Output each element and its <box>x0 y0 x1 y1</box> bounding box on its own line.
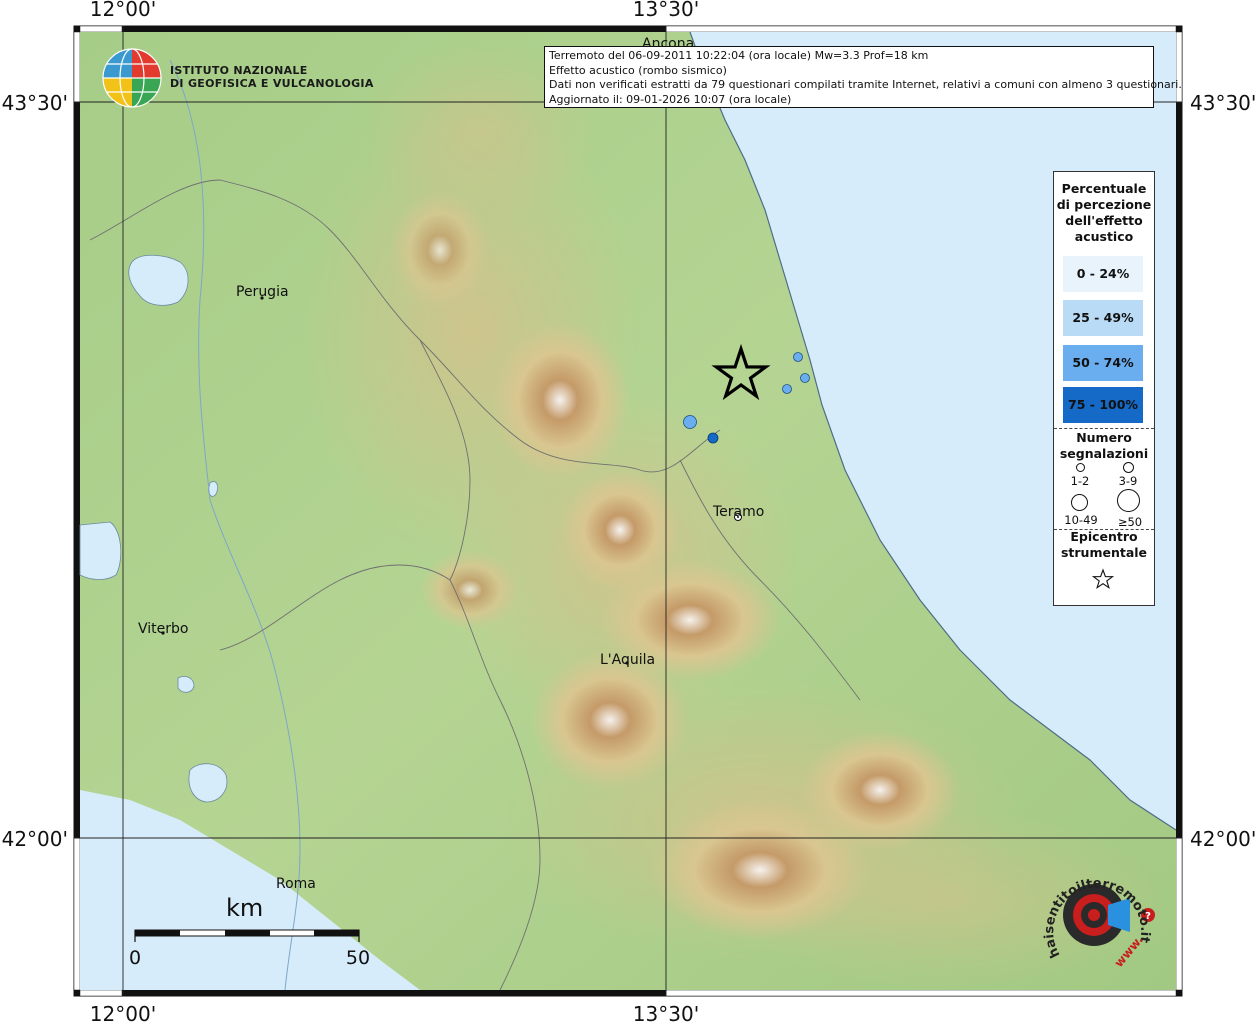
city-label-laquila: L'Aquila <box>600 652 655 668</box>
coord-top-left: 12°00' <box>90 0 156 21</box>
scale-min-label: 0 <box>129 947 141 969</box>
legend-count-title: Numero segnalazioni <box>1059 430 1149 461</box>
map-legend: Percentuale di percezione dell'effetto a… <box>1053 171 1155 606</box>
relief-map <box>79 31 1177 991</box>
observation-point[interactable] <box>707 432 719 444</box>
data-note: Dati non verificati estratti da 79 quest… <box>549 78 1182 91</box>
coord-right-top: 43°30' <box>1190 91 1256 115</box>
coord-top-right: 13°30' <box>633 0 699 21</box>
legend-count-circle-large <box>1071 494 1088 511</box>
observation-point[interactable] <box>800 373 810 383</box>
city-label-perugia: Perugia <box>236 284 289 300</box>
legend-count-circle-small <box>1076 463 1085 472</box>
update-time: Aggiornato il: 09-01-2026 10:07 (ora loc… <box>549 92 792 106</box>
legend-count-circle-medium <box>1123 462 1134 473</box>
ingv-globe-icon <box>102 48 162 108</box>
legend-class-25-49: 25 - 49% <box>1063 300 1143 336</box>
coord-left-bottom: 42°00' <box>2 827 68 851</box>
lake-bolsena <box>79 521 122 580</box>
ingv-logo-text: ISTITUTO NAZIONALE DI GEOFISICA E VULCAN… <box>170 64 374 90</box>
city-label-viterbo: Viterbo <box>138 621 188 637</box>
effect-type: Effetto acustico (rombo sismico) <box>549 63 727 77</box>
legend-class-75-100: 75 - 100% <box>1063 387 1143 423</box>
coord-bottom-left: 12°00' <box>90 1002 156 1024</box>
coord-right-bottom: 42°00' <box>1190 827 1256 851</box>
legend-count-1-2: 1-2 <box>1070 474 1090 488</box>
observation-point[interactable] <box>683 415 697 429</box>
legend-class-50-74: 50 - 74% <box>1063 345 1143 381</box>
legend-count-3-9: 3-9 <box>1118 474 1138 488</box>
legend-divider <box>1054 428 1154 429</box>
event-title: Terremoto del 06-09-2011 10:22:04 (ora l… <box>549 49 929 62</box>
legend-count-10-49: 10-49 <box>1064 513 1098 527</box>
city-label-roma: Roma <box>276 876 316 892</box>
legend-count-circle-xlarge <box>1117 489 1140 512</box>
legend-class-0-24: 0 - 24% <box>1063 256 1143 292</box>
legend-count-50plus: ≥50 <box>1117 515 1143 529</box>
coord-left-top: 43°30' <box>2 91 68 115</box>
legend-title: Percentuale di percezione dell'effetto a… <box>1056 181 1152 244</box>
legend-star-icon <box>1092 568 1114 590</box>
legend-epicenter-title: Epicentro strumentale <box>1060 529 1148 560</box>
ingv-line-1: ISTITUTO NAZIONALE <box>170 64 308 77</box>
ingv-line-2: DI GEOFISICA E VULCANOLOGIA <box>170 77 374 90</box>
coord-bottom-right: 13°30' <box>633 1002 699 1024</box>
scale-unit-label: km <box>226 894 263 922</box>
city-label-teramo: Teramo <box>712 504 764 520</box>
event-info-box: Terremoto del 06-09-2011 10:22:04 (ora l… <box>544 46 1182 108</box>
observation-point[interactable] <box>782 384 792 394</box>
scale-max-label: 50 <box>346 947 370 969</box>
observation-point[interactable] <box>793 352 803 362</box>
lake-bracciano <box>188 763 228 803</box>
